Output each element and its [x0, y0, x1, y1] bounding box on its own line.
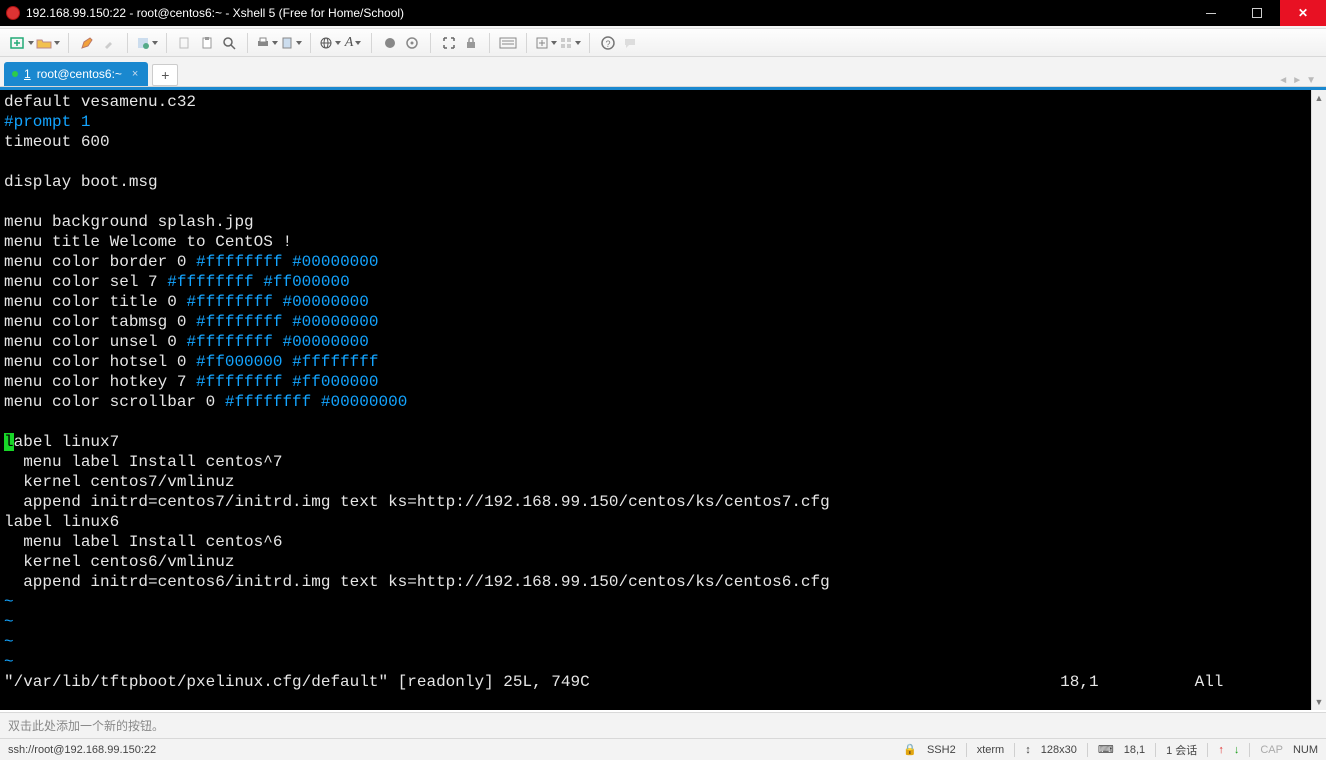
rows-icon: ⌨	[1098, 743, 1114, 756]
app-icon	[6, 6, 20, 20]
layout-icon[interactable]	[559, 33, 581, 53]
upload-icon: ↑	[1218, 744, 1224, 756]
new-tab-button[interactable]: +	[152, 64, 178, 86]
status-term: xterm	[977, 744, 1005, 756]
status-address: ssh://root@192.168.99.150:22	[8, 744, 156, 756]
globe-icon[interactable]	[319, 33, 341, 53]
scroll-down-icon[interactable]: ▼	[1312, 694, 1326, 710]
keyboard-icon[interactable]	[498, 33, 518, 53]
window-title: 192.168.99.150:22 - root@centos6:~ - Xsh…	[26, 6, 1188, 20]
status-rows: 18,1	[1124, 744, 1145, 756]
quick-launch-bar[interactable]: 双击此处添加一个新的按钮。	[0, 712, 1326, 738]
lock-status-icon: 🔒	[903, 743, 917, 756]
tab-nav[interactable]: ◄►▼	[1274, 75, 1322, 86]
status-size: 128x30	[1041, 744, 1077, 756]
minimize-button[interactable]	[1188, 0, 1234, 26]
scroll-up-icon[interactable]: ▲	[1312, 90, 1326, 106]
statusbar: ssh://root@192.168.99.150:22 🔒 SSH2 xter…	[0, 738, 1326, 760]
help-icon[interactable]: ?	[598, 33, 618, 53]
maximize-button[interactable]	[1234, 0, 1280, 26]
lock-icon[interactable]	[461, 33, 481, 53]
status-num: NUM	[1293, 744, 1318, 756]
quickbar-hint: 双击此处添加一个新的按钮。	[8, 717, 164, 734]
close-button[interactable]: ✕	[1280, 0, 1326, 26]
status-dot-icon	[12, 71, 18, 77]
target-icon[interactable]	[402, 33, 422, 53]
toolbar: A ?	[0, 29, 1326, 57]
size-icon: ↕	[1025, 744, 1031, 756]
window-buttons: ✕	[1188, 0, 1326, 26]
font-icon[interactable]: A	[343, 33, 363, 53]
circle-icon[interactable]	[380, 33, 400, 53]
print-icon[interactable]	[256, 33, 278, 53]
status-proto: SSH2	[927, 744, 956, 756]
tabbar: 1 root@centos6:~ × + ◄►▼	[0, 57, 1326, 87]
eyedropper-icon[interactable]	[99, 33, 119, 53]
status-caps: CAP	[1260, 744, 1283, 756]
status-sessions: 1 会话	[1166, 742, 1197, 758]
fullscreen-icon[interactable]	[439, 33, 459, 53]
transfer-icon[interactable]	[280, 33, 302, 53]
chat-icon[interactable]	[620, 33, 640, 53]
tab-label: root@centos6:~	[37, 67, 122, 81]
terminal-wrap: default vesamenu.c32 #prompt 1 timeout 6…	[0, 90, 1326, 712]
titlebar: 192.168.99.150:22 - root@centos6:~ - Xsh…	[0, 0, 1326, 26]
new-session-icon[interactable]	[10, 33, 34, 53]
open-icon[interactable]	[36, 33, 60, 53]
add-panel-icon[interactable]	[535, 33, 557, 53]
scrollbar[interactable]: ▲ ▼	[1311, 90, 1326, 710]
paste-icon[interactable]	[197, 33, 217, 53]
terminal[interactable]: default vesamenu.c32 #prompt 1 timeout 6…	[0, 90, 1311, 710]
download-icon: ↓	[1234, 744, 1240, 756]
find-icon[interactable]	[219, 33, 239, 53]
properties-icon[interactable]	[136, 33, 158, 53]
close-tab-icon[interactable]: ×	[132, 68, 138, 80]
session-tab[interactable]: 1 root@centos6:~ ×	[4, 62, 148, 86]
copy-icon[interactable]	[175, 33, 195, 53]
tab-index: 1	[24, 67, 31, 81]
pencil-icon[interactable]	[77, 33, 97, 53]
svg-text:?: ?	[605, 39, 610, 49]
